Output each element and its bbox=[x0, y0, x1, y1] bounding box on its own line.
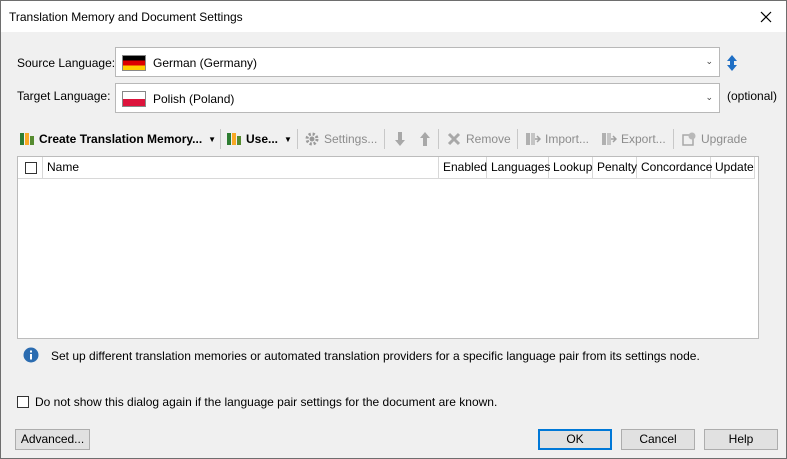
use-tm-button[interactable]: Use... ▼ bbox=[226, 127, 292, 151]
column-header-name[interactable]: Name bbox=[43, 157, 439, 178]
select-all-column bbox=[18, 157, 43, 178]
create-tm-button[interactable]: Create Translation Memory... ▼ bbox=[19, 127, 216, 151]
move-down-button[interactable] bbox=[392, 127, 412, 151]
export-label: Export... bbox=[621, 132, 666, 146]
column-header-enabled[interactable]: Enabled bbox=[439, 157, 487, 178]
cancel-button[interactable]: Cancel bbox=[621, 429, 695, 450]
column-header-languages[interactable]: Languages bbox=[487, 157, 550, 178]
upgrade-button[interactable]: Upgrade bbox=[681, 127, 747, 151]
window-title: Translation Memory and Document Settings bbox=[9, 10, 243, 24]
export-button[interactable]: Export... bbox=[601, 127, 666, 151]
title-bar: Translation Memory and Document Settings bbox=[1, 1, 786, 32]
toolbar-separator bbox=[673, 129, 674, 149]
settings-label: Settings... bbox=[324, 132, 378, 146]
info-icon bbox=[23, 347, 39, 363]
pl-flag-icon bbox=[122, 91, 146, 107]
import-label: Import... bbox=[545, 132, 590, 146]
toolbar-separator bbox=[438, 129, 439, 149]
source-language-label: Source Language: bbox=[17, 56, 116, 70]
dropdown-arrow-icon[interactable]: ▼ bbox=[208, 135, 216, 144]
dont-show-option[interactable]: Do not show this dialog again if the lan… bbox=[17, 395, 497, 409]
database-use-icon bbox=[227, 133, 241, 145]
advanced-button[interactable]: Advanced... bbox=[15, 429, 90, 450]
toolbar-separator bbox=[297, 129, 298, 149]
column-header-penalty[interactable]: Penalty bbox=[593, 157, 637, 178]
column-header-lookup[interactable]: Lookup bbox=[549, 157, 593, 178]
import-button[interactable]: Import... bbox=[525, 127, 589, 151]
move-up-button[interactable] bbox=[417, 127, 437, 151]
target-language-label: Target Language: bbox=[17, 89, 111, 103]
tm-settings-dialog: Translation Memory and Document Settings… bbox=[0, 0, 787, 459]
source-language-value: German (Germany) bbox=[153, 56, 258, 70]
database-add-icon bbox=[20, 133, 34, 145]
toolbar-separator bbox=[220, 129, 221, 149]
dont-show-checkbox[interactable] bbox=[17, 396, 29, 408]
gear-icon bbox=[305, 132, 319, 146]
select-all-checkbox[interactable] bbox=[25, 161, 37, 174]
ok-button[interactable]: OK bbox=[538, 429, 612, 450]
toolbar-separator bbox=[517, 129, 518, 149]
grid-header: Name Enabled Languages Lookup Penalty Co… bbox=[18, 157, 755, 179]
source-language-select[interactable]: German (Germany) ⌄ bbox=[115, 47, 720, 77]
create-tm-label: Create Translation Memory... bbox=[39, 132, 203, 146]
help-button[interactable]: Help bbox=[704, 429, 778, 450]
import-icon bbox=[526, 133, 541, 145]
close-button[interactable] bbox=[746, 1, 786, 32]
close-icon bbox=[760, 11, 772, 22]
settings-button[interactable]: Settings... bbox=[304, 127, 377, 151]
target-language-select[interactable]: Polish (Poland) ⌄ bbox=[115, 83, 720, 113]
arrow-up-icon bbox=[420, 132, 430, 146]
toolbar-separator bbox=[384, 129, 385, 149]
remove-button[interactable]: Remove bbox=[446, 127, 511, 151]
swap-languages-icon[interactable] bbox=[725, 54, 739, 72]
remove-x-icon bbox=[447, 132, 461, 146]
target-language-value: Polish (Poland) bbox=[153, 92, 235, 106]
use-tm-label: Use... bbox=[246, 132, 279, 146]
export-icon bbox=[602, 133, 617, 145]
upgrade-label: Upgrade bbox=[701, 132, 748, 146]
info-text: Set up different translation memories or… bbox=[51, 349, 700, 363]
toolbar: Create Translation Memory... ▼ Use... ▼ … bbox=[17, 127, 757, 151]
upgrade-icon bbox=[682, 132, 696, 146]
de-flag-icon bbox=[122, 55, 146, 71]
remove-label: Remove bbox=[466, 132, 511, 146]
chevron-down-icon: ⌄ bbox=[705, 92, 713, 102]
arrow-down-icon bbox=[395, 132, 405, 146]
optional-label: (optional) bbox=[727, 89, 778, 103]
column-header-concordance[interactable]: Concordance bbox=[637, 157, 712, 178]
chevron-down-icon: ⌄ bbox=[705, 56, 713, 66]
dont-show-label: Do not show this dialog again if the lan… bbox=[35, 395, 498, 409]
tm-list-grid[interactable]: Name Enabled Languages Lookup Penalty Co… bbox=[17, 156, 759, 339]
dropdown-arrow-icon[interactable]: ▼ bbox=[284, 135, 292, 144]
column-header-update[interactable]: Update bbox=[711, 157, 755, 178]
